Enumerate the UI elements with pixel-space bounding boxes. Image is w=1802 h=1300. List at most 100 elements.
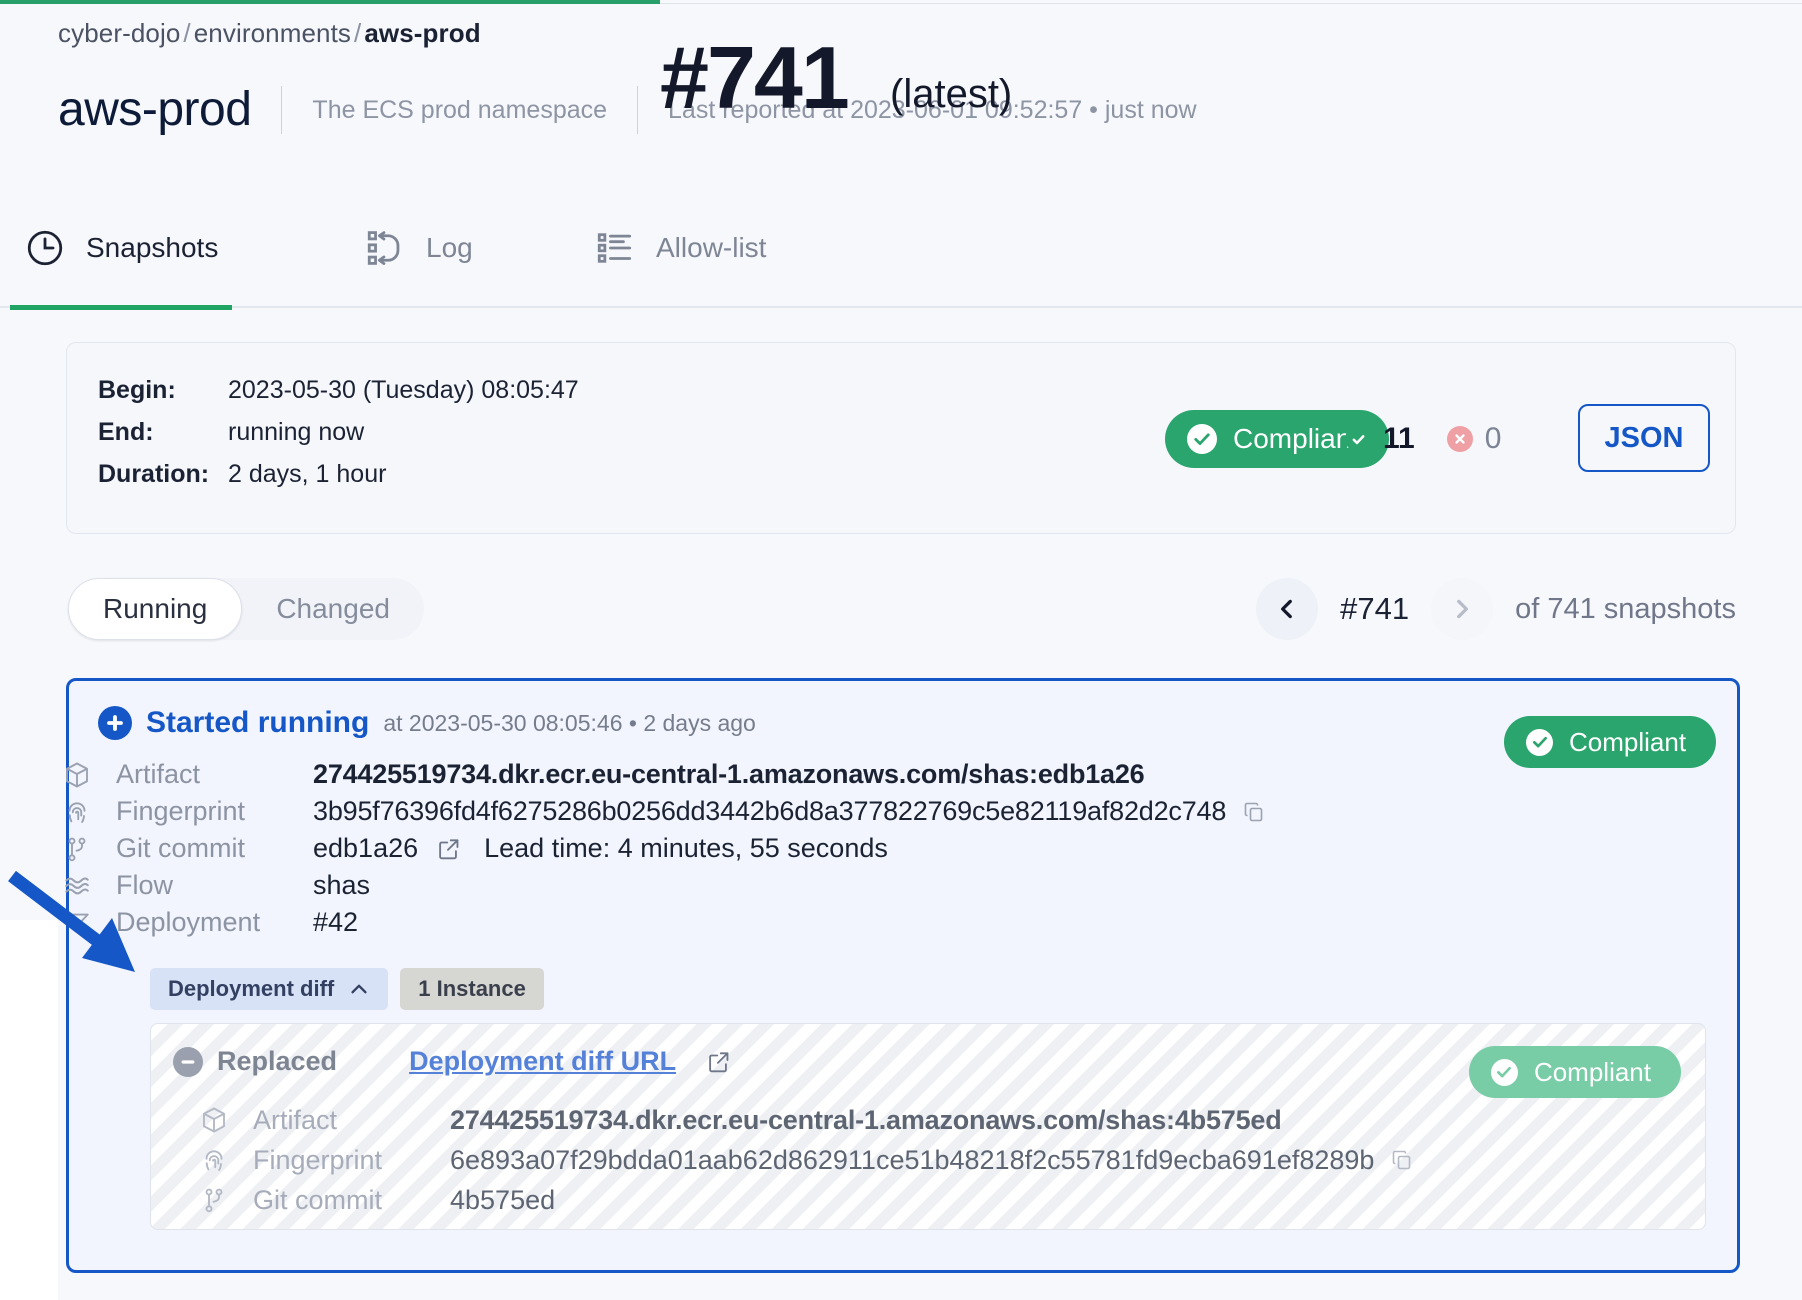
snapshot-latest-label: (latest) xyxy=(890,72,1013,116)
breadcrumb-separator: / xyxy=(354,18,362,48)
git-commit-value: edb1a26 xyxy=(313,833,419,863)
check-circle-icon xyxy=(1187,424,1217,454)
deployment-row: Deployment #42 xyxy=(62,904,1266,941)
tab-allow-list[interactable]: Allow-list xyxy=(580,188,780,308)
pager-total: of 741 snapshots xyxy=(1515,592,1736,625)
git-commit-icon xyxy=(199,1185,253,1215)
snapshot-time-details: Begin: 2023-05-30 (Tuesday) 08:05:47 End… xyxy=(98,369,579,495)
tab-label: Allow-list xyxy=(656,232,767,263)
tab-log[interactable]: Log xyxy=(350,188,487,308)
log-icon xyxy=(364,227,406,269)
event-header: Started running at 2023-05-30 08:05:46 •… xyxy=(98,706,756,740)
page-progress-track xyxy=(660,3,1802,4)
deployment-diff-toggle[interactable]: Deployment diff xyxy=(150,968,389,1010)
page-progress-bar xyxy=(0,0,660,4)
diff-compliance-label: Compliant xyxy=(1533,1056,1651,1087)
diff-status-label: Replaced xyxy=(217,1046,338,1076)
breadcrumb-item-current: aws-prod xyxy=(364,18,481,48)
compliance-counts: 11 0 xyxy=(1345,410,1501,468)
breadcrumb-item-org[interactable]: cyber-dojo xyxy=(58,18,180,48)
fingerprint-label: Fingerprint xyxy=(116,796,246,826)
json-button[interactable]: JSON xyxy=(1578,404,1710,472)
diff-artifact-row: Artifact 274425519734.dkr.ecr.eu-central… xyxy=(199,1100,1414,1140)
header-divider xyxy=(281,86,283,134)
filter-option-running[interactable]: Running xyxy=(68,578,243,640)
breadcrumb-separator: / xyxy=(183,18,191,48)
fingerprint-icon xyxy=(62,797,116,827)
deployment-diff-url-link[interactable]: Deployment diff URL xyxy=(409,1046,676,1077)
git-commit-icon xyxy=(62,834,116,864)
end-label: End: xyxy=(98,418,154,446)
flow-value: shas xyxy=(313,870,371,900)
copy-icon[interactable] xyxy=(1242,800,1266,824)
pager-current: #741 xyxy=(1340,591,1410,626)
lead-time-text: Lead time: 4 minutes, 55 seconds xyxy=(484,833,888,863)
duration-value: 2 days, 1 hour xyxy=(228,460,387,488)
list-icon xyxy=(594,227,636,269)
breadcrumb-item-environments[interactable]: environments xyxy=(194,18,351,48)
event-chip-row: Deployment diff 1 Instance xyxy=(150,968,544,1010)
environment-description: The ECS prod namespace xyxy=(312,95,608,124)
snapshot-filter-toggle: Running Changed xyxy=(68,578,424,640)
fail-cross-icon xyxy=(1446,426,1473,452)
deployment-diff-panel: Replaced Deployment diff URL Compliant A… xyxy=(150,1023,1706,1230)
diff-compliance-badge: Compliant xyxy=(1468,1046,1681,1098)
begin-value: 2023-05-30 (Tuesday) 08:05:47 xyxy=(228,376,579,404)
cube-icon xyxy=(62,760,116,790)
diff-fingerprint-row: Fingerprint 6e893a07f29bdda01aab62d86291… xyxy=(199,1140,1414,1180)
end-row: End: running now xyxy=(98,411,579,453)
begin-label: Begin: xyxy=(98,376,176,404)
tab-active-indicator xyxy=(10,305,233,310)
page-left-gutter xyxy=(0,920,58,1300)
deployment-icon xyxy=(62,908,116,938)
tab-snapshots[interactable]: Snapshots xyxy=(10,188,233,310)
tab-bar: Snapshots Log Allow-list xyxy=(0,188,1802,310)
flow-label: Flow xyxy=(116,870,174,900)
diff-artifact-label: Artifact xyxy=(253,1104,338,1135)
begin-row: Begin: 2023-05-30 (Tuesday) 08:05:47 xyxy=(98,369,579,411)
copy-icon[interactable] xyxy=(1390,1148,1414,1172)
pass-count: 11 xyxy=(1383,422,1415,455)
check-circle-icon xyxy=(1490,1058,1518,1086)
filter-option-changed[interactable]: Changed xyxy=(242,578,424,640)
diff-git-commit-label: Git commit xyxy=(253,1184,383,1215)
chevron-up-icon xyxy=(348,978,370,1000)
end-value: running now xyxy=(228,418,365,446)
minus-icon xyxy=(173,1046,203,1077)
chevron-right-icon[interactable] xyxy=(1431,578,1494,640)
snapshot-number: #741 xyxy=(660,28,850,127)
flow-row: Flow shas xyxy=(62,867,1266,904)
diff-git-commit-row: Git commit 4b575ed xyxy=(199,1180,1414,1220)
tab-label: Snapshots xyxy=(86,232,219,263)
breadcrumb: cyber-dojo / environments / aws-prod xyxy=(58,18,481,49)
plus-icon xyxy=(98,706,132,740)
event-compliance-badge: Compliant xyxy=(1504,716,1778,768)
diff-fingerprint-label: Fingerprint xyxy=(253,1144,383,1175)
git-commit-label: Git commit xyxy=(116,833,246,863)
event-title: Started running xyxy=(146,706,370,739)
cube-icon xyxy=(199,1105,253,1135)
diff-git-commit-value: 4b575ed xyxy=(450,1184,556,1215)
pass-check-icon xyxy=(1345,426,1371,452)
diff-fingerprint-value: 6e893a07f29bdda01aab62d862911ce51b48218f… xyxy=(450,1144,1375,1175)
instance-count-chip[interactable]: 1 Instance xyxy=(400,968,544,1010)
summary-compliance-label: Compliant xyxy=(1233,423,1360,454)
fail-count: 0 xyxy=(1484,422,1502,455)
page-title: aws-prod xyxy=(58,83,252,136)
fingerprint-row: Fingerprint 3b95f76396fd4f6275286b0256dd… xyxy=(62,793,1266,830)
external-link-icon[interactable] xyxy=(436,836,462,862)
clock-icon xyxy=(24,227,66,269)
event-details: Artifact 274425519734.dkr.ecr.eu-central… xyxy=(62,756,1266,941)
external-link-icon[interactable] xyxy=(706,1049,732,1075)
artifact-value: 274425519734.dkr.ecr.eu-central-1.amazon… xyxy=(313,759,1145,789)
event-compliance-label: Compliant xyxy=(1569,726,1687,757)
git-commit-row: Git commit edb1a26 Lead time: 4 minutes,… xyxy=(62,830,1266,867)
diff-artifact-value: 274425519734.dkr.ecr.eu-central-1.amazon… xyxy=(450,1104,1282,1135)
deployment-label: Deployment xyxy=(116,907,261,937)
flow-icon xyxy=(62,871,116,901)
artifact-row: Artifact 274425519734.dkr.ecr.eu-central… xyxy=(62,756,1266,793)
deployment-diff-label: Deployment diff xyxy=(168,976,335,1001)
diff-details: Artifact 274425519734.dkr.ecr.eu-central… xyxy=(199,1100,1414,1220)
chevron-left-icon[interactable] xyxy=(1256,578,1319,640)
header-divider xyxy=(637,86,639,134)
